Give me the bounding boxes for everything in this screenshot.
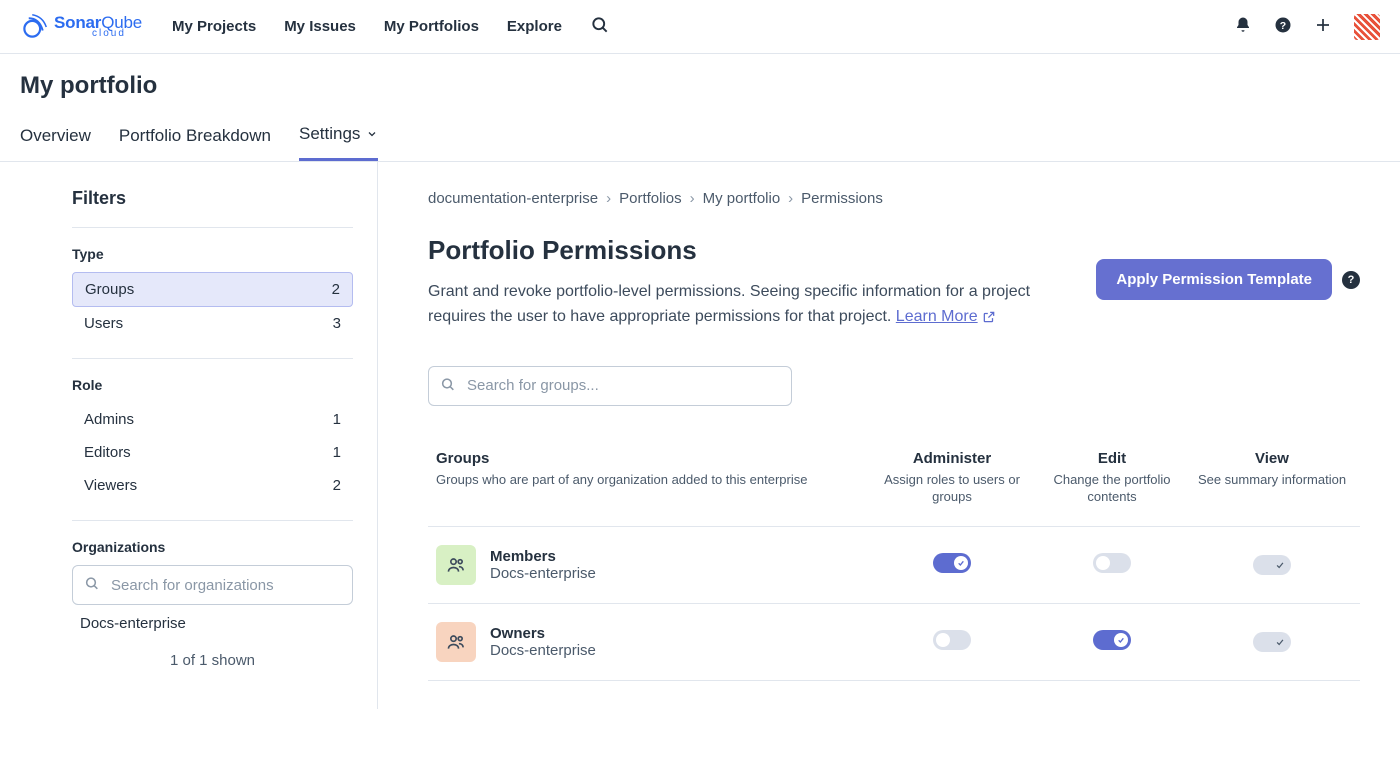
- col-view-title: View: [1192, 450, 1352, 467]
- org-search-input[interactable]: [72, 565, 353, 605]
- org-shown-count: 1 of 1 shown: [72, 652, 353, 669]
- table-row: MembersDocs-enterprise: [428, 527, 1360, 604]
- col-edit-sub: Change the portfolio contents: [1032, 471, 1192, 506]
- divider: [72, 358, 353, 359]
- breadcrumb-item[interactable]: Portfolios: [619, 190, 682, 207]
- col-view-sub: See summary information: [1192, 471, 1352, 489]
- view-indicator: [1253, 555, 1291, 575]
- chevron-right-icon: ›: [606, 190, 611, 207]
- group-org: Docs-enterprise: [490, 565, 872, 582]
- col-groups-title: Groups: [436, 450, 872, 467]
- col-administer-title: Administer: [872, 450, 1032, 467]
- main: documentation-enterprise › Portfolios › …: [378, 162, 1400, 709]
- main-header: Portfolio Permissions Grant and revoke p…: [428, 235, 1360, 330]
- org-search: [72, 565, 353, 605]
- table-header: Groups Groups who are part of any organi…: [428, 450, 1360, 527]
- nav-my-projects[interactable]: My Projects: [172, 18, 256, 35]
- filter-label: Groups: [85, 281, 134, 298]
- group-name: Owners: [490, 625, 872, 642]
- toggle-edit[interactable]: [1093, 553, 1131, 573]
- tab-breakdown[interactable]: Portfolio Breakdown: [119, 124, 271, 161]
- group-org: Docs-enterprise: [490, 642, 872, 659]
- filter-count: 1: [333, 444, 341, 461]
- filter-role-viewers[interactable]: Viewers 2: [72, 469, 353, 502]
- plus-icon[interactable]: [1314, 16, 1332, 37]
- sonarqube-logo-icon: [20, 13, 48, 41]
- filter-label: Users: [84, 315, 123, 332]
- page-title: My portfolio: [20, 72, 1380, 100]
- filter-type-users[interactable]: Users 3: [72, 307, 353, 340]
- filter-label: Editors: [84, 444, 131, 461]
- user-avatar[interactable]: [1354, 14, 1380, 40]
- search-icon: [440, 376, 456, 395]
- type-label: Type: [72, 246, 353, 262]
- filter-count: 3: [333, 315, 341, 332]
- main-title: Portfolio Permissions: [428, 235, 1072, 266]
- apply-permission-template-button[interactable]: Apply Permission Template: [1096, 259, 1332, 300]
- group-name: Members: [490, 548, 872, 565]
- toggle-administer[interactable]: [933, 630, 971, 650]
- bell-icon[interactable]: [1234, 16, 1252, 37]
- svg-text:?: ?: [1280, 20, 1286, 32]
- sidebar-heading: Filters: [72, 188, 353, 209]
- filter-type-groups[interactable]: Groups 2: [72, 272, 353, 307]
- logo[interactable]: SonarQube cloud: [20, 13, 142, 41]
- col-groups-sub: Groups who are part of any organization …: [436, 471, 872, 489]
- chevron-right-icon: ›: [788, 190, 793, 207]
- group-search-input[interactable]: [428, 366, 792, 406]
- chevron-right-icon: ›: [690, 190, 695, 207]
- divider: [72, 520, 353, 521]
- nav-right: ?: [1234, 14, 1380, 40]
- filter-role-admins[interactable]: Admins 1: [72, 403, 353, 436]
- tabs: Overview Portfolio Breakdown Settings: [20, 124, 1380, 161]
- main-description: Grant and revoke portfolio-level permiss…: [428, 280, 1048, 330]
- tab-settings-label: Settings: [299, 124, 360, 144]
- filter-count: 2: [333, 477, 341, 494]
- learn-more-link[interactable]: Learn More: [896, 305, 996, 330]
- group-avatar-icon: [436, 545, 476, 585]
- table-row: OwnersDocs-enterprise: [428, 604, 1360, 681]
- breadcrumb: documentation-enterprise › Portfolios › …: [428, 190, 1360, 207]
- filter-label: Viewers: [84, 477, 137, 494]
- col-administer-sub: Assign roles to users or groups: [872, 471, 1032, 506]
- group-search: [428, 366, 792, 406]
- brand-sub: cloud: [92, 29, 142, 39]
- org-item-docs-enterprise[interactable]: Docs-enterprise: [72, 605, 353, 642]
- orgs-label: Organizations: [72, 539, 353, 555]
- search-icon: [84, 576, 100, 595]
- nav-my-issues[interactable]: My Issues: [284, 18, 356, 35]
- filter-role-editors[interactable]: Editors 1: [72, 436, 353, 469]
- group-avatar-icon: [436, 622, 476, 662]
- nav-my-portfolios[interactable]: My Portfolios: [384, 18, 479, 35]
- nav-explore[interactable]: Explore: [507, 18, 562, 35]
- permissions-table: Groups Groups who are part of any organi…: [428, 450, 1360, 681]
- filter-count: 2: [332, 281, 340, 298]
- breadcrumb-item: Permissions: [801, 190, 883, 207]
- toggle-edit[interactable]: [1093, 630, 1131, 650]
- view-indicator: [1253, 632, 1291, 652]
- body: Filters Type Groups 2 Users 3 Role Admin…: [0, 162, 1400, 709]
- tab-settings[interactable]: Settings: [299, 124, 378, 161]
- toggle-administer[interactable]: [933, 553, 971, 573]
- breadcrumb-item[interactable]: My portfolio: [703, 190, 781, 207]
- filter-label: Admins: [84, 411, 134, 428]
- learn-more-label: Learn More: [896, 305, 978, 330]
- role-label: Role: [72, 377, 353, 393]
- page-header: My portfolio Overview Portfolio Breakdow…: [0, 54, 1400, 162]
- top-nav: SonarQube cloud My Projects My Issues My…: [0, 0, 1400, 54]
- chevron-down-icon: [366, 128, 378, 140]
- col-edit-title: Edit: [1032, 450, 1192, 467]
- tab-overview[interactable]: Overview: [20, 124, 91, 161]
- divider: [72, 227, 353, 228]
- nav-links: My Projects My Issues My Portfolios Expl…: [172, 15, 610, 38]
- help-icon[interactable]: ?: [1342, 271, 1360, 289]
- help-icon[interactable]: ?: [1274, 16, 1292, 37]
- filter-count: 1: [333, 411, 341, 428]
- breadcrumb-item[interactable]: documentation-enterprise: [428, 190, 598, 207]
- external-link-icon: [982, 310, 996, 324]
- search-icon[interactable]: [590, 15, 610, 38]
- sidebar: Filters Type Groups 2 Users 3 Role Admin…: [0, 162, 378, 709]
